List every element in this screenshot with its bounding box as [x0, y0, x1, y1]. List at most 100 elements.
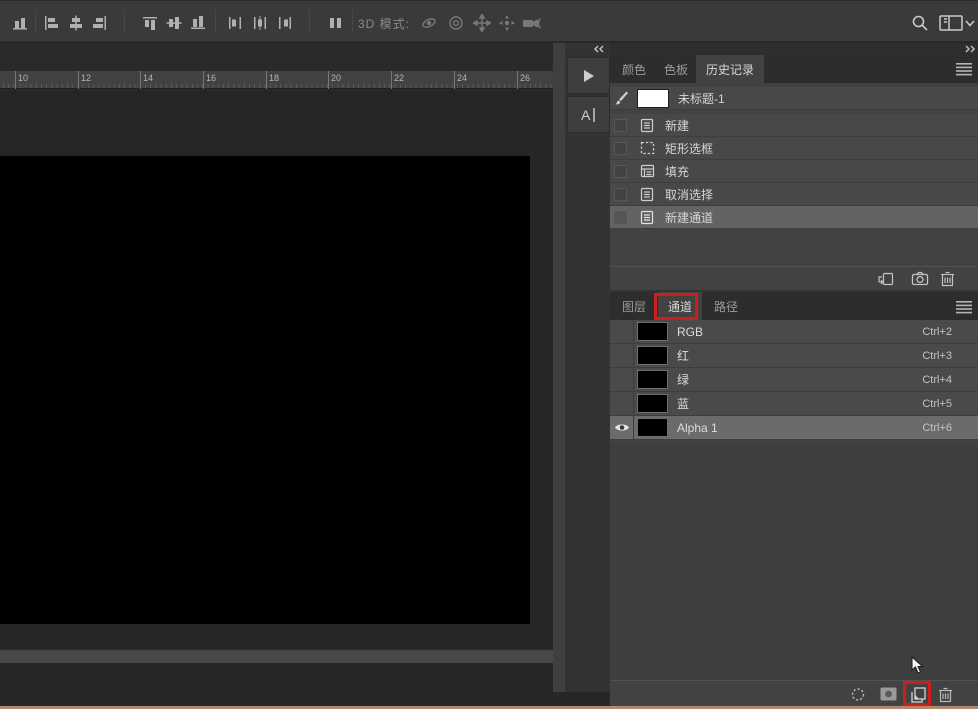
align-top-edges-icon[interactable] — [140, 14, 160, 32]
delete-channel-trash-icon[interactable] — [938, 687, 955, 702]
document-window-statusbar[interactable] — [0, 649, 565, 663]
load-channel-as-selection-icon[interactable] — [850, 687, 867, 702]
ruler-label: 20 — [331, 73, 341, 83]
tab-swatches[interactable]: 色板 — [654, 55, 698, 83]
visibility-toggle[interactable] — [610, 320, 634, 344]
dock-divider[interactable] — [553, 43, 565, 692]
3d-zoom-camera-icon[interactable] — [522, 14, 542, 32]
channel-thumbnail[interactable] — [637, 418, 668, 437]
history-snapshot-row[interactable]: 未标题-1 — [610, 87, 978, 110]
channel-row-green[interactable]: 绿 Ctrl+4 — [610, 368, 978, 392]
actions-panel-button[interactable] — [567, 57, 610, 94]
history-source-checkbox[interactable] — [614, 119, 627, 132]
search-icon[interactable] — [910, 14, 930, 32]
history-panel-menu-icon[interactable] — [956, 63, 972, 76]
visibility-toggle[interactable] — [610, 344, 634, 368]
align-right-edges-icon[interactable] — [90, 14, 110, 32]
visibility-toggle[interactable] — [610, 368, 634, 392]
channel-row-red[interactable]: 红 Ctrl+3 — [610, 344, 978, 368]
ruler-label: 10 — [18, 73, 28, 83]
ruler-label: 18 — [269, 73, 279, 83]
character-panel-button[interactable]: A — [567, 96, 610, 133]
new-document-from-state-icon[interactable] — [878, 271, 895, 287]
channel-thumbnail[interactable] — [637, 322, 668, 341]
3d-pan-camera-icon[interactable] — [472, 14, 492, 32]
expand-panels-arrows[interactable] — [964, 45, 976, 53]
panel-dock: 颜色 色板 历史记录 未标题-1 新建 矩形选框 — [610, 43, 978, 706]
channel-row-alpha1[interactable]: Alpha 1 Ctrl+6 — [610, 416, 978, 440]
history-state-row-selected[interactable]: 新建通道 — [610, 206, 978, 229]
align-left-edges-icon[interactable] — [41, 14, 61, 32]
distribute-left-edges-icon[interactable] — [225, 14, 245, 32]
distribute-spacing-icon[interactable] — [325, 14, 345, 32]
visibility-toggle[interactable] — [610, 416, 634, 440]
3d-roll-camera-icon[interactable] — [446, 14, 466, 32]
collapse-to-icons-arrows[interactable] — [593, 45, 605, 53]
channel-shortcut: Ctrl+6 — [922, 422, 952, 434]
align-vertical-centers-icon[interactable] — [164, 14, 184, 32]
channel-thumbnail[interactable] — [637, 394, 668, 413]
history-source-checkbox[interactable] — [614, 142, 627, 155]
bar-chart-icon[interactable] — [10, 14, 30, 32]
ruler-label: 16 — [206, 73, 216, 83]
ruler-label: 26 — [520, 73, 530, 83]
3d-orbit-camera-icon[interactable] — [419, 14, 439, 32]
character-A-icon: A — [579, 106, 599, 124]
tab-history[interactable]: 历史记录 — [696, 55, 764, 83]
history-states-list: 未标题-1 新建 矩形选框 填充 — [610, 83, 978, 266]
tab-channels[interactable]: 通道 — [658, 292, 702, 320]
chevron-down-icon[interactable] — [964, 14, 976, 32]
collapsed-panel-strip: A — [565, 43, 610, 692]
eye-icon — [614, 422, 630, 433]
canvas-viewport[interactable] — [0, 90, 553, 692]
mouse-cursor — [911, 656, 925, 675]
delete-state-trash-icon[interactable] — [940, 271, 957, 287]
channels-list: RGB Ctrl+2 红 Ctrl+3 绿 Ctrl+4 蓝 Ctrl+5 Al — [610, 320, 978, 444]
history-state-row[interactable]: 取消选择 — [610, 183, 978, 206]
document-state-icon — [638, 117, 656, 133]
visibility-toggle[interactable] — [610, 392, 634, 416]
fill-state-icon — [638, 163, 656, 179]
document-state-icon — [638, 209, 656, 225]
distribute-horizontal-centers-icon[interactable] — [250, 14, 270, 32]
channels-panel-footer — [610, 680, 978, 706]
align-horizontal-centers-icon[interactable] — [66, 14, 86, 32]
save-selection-as-channel-icon[interactable] — [880, 687, 897, 702]
history-source-checkbox[interactable] — [614, 211, 627, 224]
channel-thumbnail[interactable] — [637, 370, 668, 389]
toolbar-separator — [35, 10, 36, 34]
channels-panel-menu-icon[interactable] — [956, 301, 972, 314]
document-window: 10 12 14 16 18 20 22 24 26 — [0, 43, 553, 692]
channel-row-blue[interactable]: 蓝 Ctrl+5 — [610, 392, 978, 416]
history-panel-tabbar: 颜色 色板 历史记录 — [610, 55, 978, 83]
play-icon — [581, 68, 597, 84]
new-snapshot-camera-icon[interactable] — [911, 271, 928, 287]
ruler-tick — [391, 71, 392, 89]
canvas-image[interactable] — [0, 156, 530, 624]
horizontal-ruler[interactable]: 10 12 14 16 18 20 22 24 26 — [0, 71, 553, 89]
history-source-checkbox[interactable] — [614, 165, 627, 178]
svg-text:A: A — [581, 107, 591, 123]
ruler-tick — [328, 71, 329, 89]
tab-paths[interactable]: 路径 — [704, 292, 748, 320]
3d-slide-camera-icon[interactable] — [497, 14, 517, 32]
history-source-checkbox[interactable] — [614, 188, 627, 201]
distribute-right-edges-icon[interactable] — [275, 14, 295, 32]
history-panel-footer — [610, 266, 978, 290]
ruler-label: 14 — [143, 73, 153, 83]
ruler-tick — [78, 71, 79, 89]
tab-color[interactable]: 颜色 — [612, 55, 656, 83]
marquee-state-icon — [638, 140, 656, 156]
ruler-tick — [140, 71, 141, 89]
history-state-row[interactable]: 新建 — [610, 114, 978, 137]
channel-row-rgb[interactable]: RGB Ctrl+2 — [610, 320, 978, 344]
workspace-switcher-icon[interactable] — [938, 14, 964, 32]
history-state-row[interactable]: 矩形选框 — [610, 137, 978, 160]
align-bottom-edges-icon[interactable] — [188, 14, 208, 32]
new-channel-button-icon[interactable] — [910, 687, 927, 702]
snapshot-thumbnail[interactable] — [637, 89, 669, 108]
history-brush-source-icon[interactable] — [612, 90, 630, 106]
tab-layers[interactable]: 图层 — [612, 292, 656, 320]
channel-thumbnail[interactable] — [637, 346, 668, 365]
history-state-row[interactable]: 填充 — [610, 160, 978, 183]
